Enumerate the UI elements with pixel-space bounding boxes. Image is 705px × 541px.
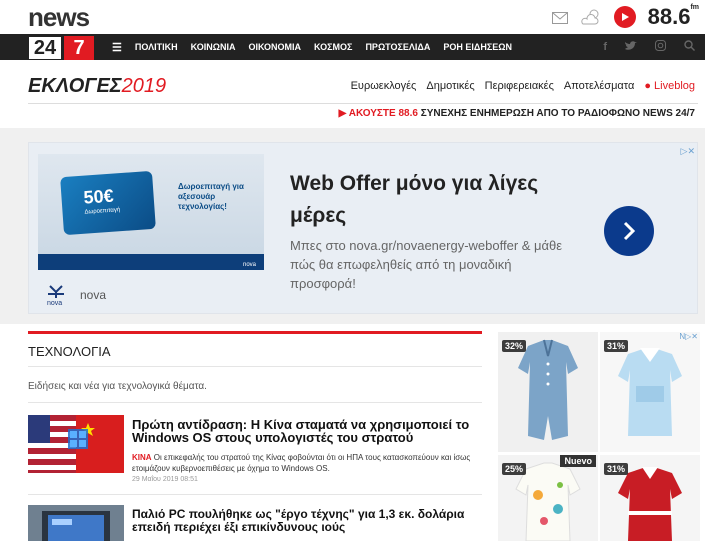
ad-choices-icon[interactable]: N▷✕ <box>679 332 698 341</box>
logo-7[interactable]: 7 <box>64 36 94 60</box>
ad-image-footer <box>38 254 264 270</box>
product-card[interactable]: 31% <box>600 455 700 541</box>
article-tag[interactable]: ΚΙΝΑ <box>132 453 152 462</box>
ad-next-button[interactable] <box>604 206 654 256</box>
instagram-icon[interactable] <box>655 40 666 54</box>
ad-image-brand: nova <box>242 262 256 268</box>
header-tools: 88.6fm <box>551 4 699 30</box>
nav-menu: ☰ ΠΟΛΙΤΙΚΗ ΚΟΙΝΩΝΙΑ ΟΙΚΟΝΟΜΙΑ ΚΟΣΜΟΣ ΠΡΩ… <box>112 34 512 60</box>
divider <box>28 366 482 367</box>
product-card[interactable]: 32% <box>498 332 598 452</box>
discount-badge: 25% <box>502 463 527 475</box>
section-accent-rule <box>28 331 482 334</box>
social-links: f <box>603 34 695 60</box>
svg-text:nova: nova <box>47 300 62 306</box>
radio-frequency[interactable]: 88.6fm <box>648 4 699 30</box>
divider <box>28 402 482 403</box>
radio-suffix: fm <box>690 4 699 11</box>
section-description: Ειδήσεις και νέα για τεχνολογικά θέματα. <box>28 381 207 392</box>
top-header: news 88.6fm <box>0 0 705 34</box>
logo-24[interactable]: 24 <box>28 36 62 60</box>
nav-item-protoselida[interactable]: ΠΡΩΤΟΣΕΛΙΔΑ <box>365 42 430 52</box>
elections-title[interactable]: ΕΚΛΟΓΕΣ2019 <box>28 75 166 98</box>
ad-description[interactable]: Μπες στο nova.gr/novaenergy-weboffer & μ… <box>290 236 570 293</box>
discount-badge: 31% <box>604 463 629 475</box>
product-card[interactable]: 25% Nuevo <box>498 455 598 541</box>
product-card[interactable]: 31% N▷✕ <box>600 332 700 452</box>
divider <box>28 103 698 104</box>
link-regional[interactable]: Περιφερειακές <box>485 80 554 92</box>
ad-advertiser[interactable]: nova nova <box>44 284 106 306</box>
discount-badge: 31% <box>604 340 629 352</box>
nav-item-roi-eidiseon[interactable]: ΡΟΗ ΕΙΔΗΣΕΩΝ <box>443 42 512 52</box>
chevron-right-icon <box>623 221 636 241</box>
new-badge: Nuevo <box>560 455 596 467</box>
article-title[interactable]: Παλιό PC πουλήθηκε ως "έργο τέχνης" για … <box>132 508 484 534</box>
article-summary: ΚΙΝΑ Οι επικεφαλής του στρατού της Κίνας… <box>132 453 471 473</box>
discount-badge: 32% <box>502 340 527 352</box>
weather-icon[interactable] <box>580 8 602 26</box>
link-euroelections[interactable]: Ευρωεκλογές <box>351 80 417 92</box>
article-title[interactable]: Πρώτη αντίδραση: Η Κίνα σταματά να χρησι… <box>132 418 484 444</box>
article-thumbnail[interactable] <box>28 505 124 541</box>
nav-item-koinonia[interactable]: ΚΟΙΝΩΝΙΑ <box>191 42 236 52</box>
ad-title[interactable]: Web Offer μόνο για λίγες μέρες <box>290 168 570 232</box>
nova-logo-icon: nova <box>47 285 64 306</box>
section-title[interactable]: ΤΕΧΝΟΛΟΓΙΑ <box>28 344 111 359</box>
nav-item-politiki[interactable]: ΠΟΛΙΤΙΚΗ <box>135 42 178 52</box>
gift-card-graphic: 50€ Δωροεπιταγή <box>60 170 156 236</box>
hamburger-menu-icon[interactable]: ☰ <box>112 41 122 54</box>
ad-choices-icon[interactable]: ▷✕ <box>681 146 695 157</box>
radio-play-button[interactable] <box>613 6 636 28</box>
search-icon[interactable] <box>684 40 695 54</box>
nav-item-kosmos[interactable]: ΚΟΣΜΟΣ <box>314 42 352 52</box>
link-liveblog[interactable]: ● Liveblog <box>644 80 695 92</box>
link-results[interactable]: Αποτελέσματα <box>564 80 634 92</box>
article-thumbnail[interactable] <box>28 415 124 473</box>
elections-links: Ευρωεκλογές Δημοτικές Περιφερειακές Αποτ… <box>351 80 695 92</box>
elections-year: 2019 <box>121 75 167 97</box>
link-municipal[interactable]: Δημοτικές <box>426 80 474 92</box>
twitter-icon[interactable] <box>625 40 637 54</box>
facebook-icon[interactable]: f <box>603 41 607 53</box>
mail-icon[interactable] <box>551 11 568 24</box>
ad-image[interactable]: 50€ Δωροεπιταγή Δωροεπιταγή για αξεσουάρ… <box>38 154 264 270</box>
nav-item-oikonomia[interactable]: ΟΙΚΟΝΟΜΙΑ <box>248 42 301 52</box>
site-logo[interactable]: news <box>28 2 90 33</box>
radio-listen-banner[interactable]: ▶ ΑΚΟΥΣΤΕ 88.6 ΣΥΝΕΧΗΣ ΕΝΗΜΕΡΩΣΗ ΑΠΟ ΤΟ … <box>339 108 695 119</box>
article-date: 29 Μαΐου 2019 08:51 <box>132 476 198 483</box>
divider <box>28 494 482 495</box>
ad-image-text: Δωροεπιταγή για αξεσουάρ τεχνολογίας! <box>178 182 244 211</box>
